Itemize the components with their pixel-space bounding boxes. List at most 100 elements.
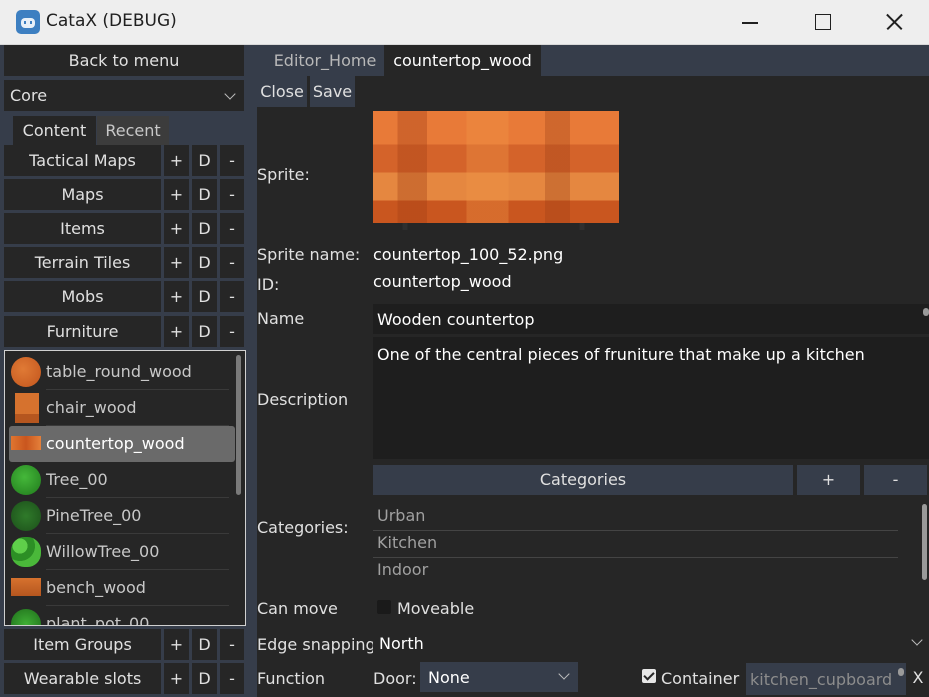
content-sidebar: Back to menu Core Content Recent Tactica… xyxy=(4,45,248,697)
category-maps-button[interactable]: Maps xyxy=(4,179,161,210)
maximize-icon[interactable] xyxy=(794,0,852,44)
category-furniture-button[interactable]: Furniture xyxy=(4,316,161,347)
plant-pot-icon xyxy=(11,609,41,625)
name-input[interactable]: Wooden countertop xyxy=(373,304,929,334)
furniture-duplicate-button[interactable]: D xyxy=(192,316,217,347)
edge-snapping-value: North xyxy=(379,634,424,653)
minimize-icon[interactable] xyxy=(720,0,778,44)
category-tactical-maps-button[interactable]: Tactical Maps xyxy=(4,145,161,176)
wearable-slots-remove-button[interactable]: - xyxy=(220,663,244,694)
tactical-maps-remove-button[interactable]: - xyxy=(220,145,244,176)
terrain-tiles-add-button[interactable]: + xyxy=(164,247,189,278)
name-input-value: Wooden countertop xyxy=(377,310,535,329)
list-item-selected[interactable]: countertop_wood xyxy=(9,426,235,462)
list-item-label: chair_wood xyxy=(46,398,137,417)
table-round-wood-icon xyxy=(11,357,41,387)
save-button[interactable]: Save xyxy=(310,76,355,107)
mobs-add-button[interactable]: + xyxy=(164,281,189,312)
categories-remove-button[interactable]: - xyxy=(864,465,927,495)
list-scrollbar[interactable] xyxy=(236,355,241,495)
back-to-menu-button[interactable]: Back to menu xyxy=(4,45,244,76)
door-select-value: None xyxy=(428,668,470,687)
app-body: Back to menu Core Content Recent Tactica… xyxy=(0,45,929,697)
category-row[interactable]: Urban xyxy=(373,504,917,531)
list-item[interactable]: PineTree_00 xyxy=(9,498,235,534)
tab-countertop-wood[interactable]: countertop_wood xyxy=(384,45,541,76)
name-label: Name xyxy=(257,309,305,328)
category-list: Tactical Maps + D - Maps + D - Items + D… xyxy=(4,145,248,350)
moveable-checkbox[interactable] xyxy=(377,600,391,614)
wearable-slots-duplicate-button[interactable]: D xyxy=(192,663,217,694)
close-window-icon[interactable] xyxy=(864,0,922,44)
list-item[interactable]: bench_wood xyxy=(9,570,235,606)
categories-scrollbar[interactable] xyxy=(922,504,927,580)
container-group-value: kitchen_cupboard xyxy=(750,670,893,689)
category-row[interactable]: Kitchen xyxy=(373,531,917,558)
container-checkbox[interactable] xyxy=(642,669,656,683)
tab-recent[interactable]: Recent xyxy=(97,116,169,145)
door-select[interactable]: None xyxy=(420,662,578,692)
checkmark-icon xyxy=(643,669,655,681)
terrain-tiles-remove-button[interactable]: - xyxy=(220,247,244,278)
container-label: Container xyxy=(661,669,740,688)
edge-snapping-select[interactable]: North xyxy=(373,628,929,658)
furniture-list: table_round_wood chair_wood countertop_w… xyxy=(4,350,246,626)
list-item-label: countertop_wood xyxy=(46,434,185,453)
list-item[interactable]: Tree_00 xyxy=(9,462,235,498)
list-item[interactable]: chair_wood xyxy=(9,390,235,426)
categories-add-button[interactable]: + xyxy=(797,465,860,495)
items-duplicate-button[interactable]: D xyxy=(192,213,217,244)
id-value: countertop_wood xyxy=(373,272,512,291)
category-row-label: Urban xyxy=(377,506,426,525)
maps-add-button[interactable]: + xyxy=(164,179,189,210)
maps-duplicate-button[interactable]: D xyxy=(192,179,217,210)
description-label: Description xyxy=(257,390,349,409)
list-item[interactable]: WillowTree_00 xyxy=(9,534,235,570)
close-button[interactable]: Close xyxy=(257,76,307,107)
description-textarea[interactable]: One of the central pieces of fruniture t… xyxy=(373,337,929,459)
wearable-slots-add-button[interactable]: + xyxy=(164,663,189,694)
container-group-input[interactable]: kitchen_cupboard xyxy=(746,663,906,695)
terrain-tiles-duplicate-button[interactable]: D xyxy=(192,247,217,278)
container-clear-button[interactable]: X xyxy=(909,663,927,693)
items-remove-button[interactable]: - xyxy=(220,213,244,244)
edge-snapping-label: Edge snapping xyxy=(257,635,376,654)
category-items-button[interactable]: Items xyxy=(4,213,161,244)
sprite-name-label: Sprite name: xyxy=(257,245,361,264)
list-item-label: Tree_00 xyxy=(46,470,108,489)
item-groups-remove-button[interactable]: - xyxy=(220,629,244,660)
container-input-scroll xyxy=(898,668,904,676)
category-wearable-slots-button[interactable]: Wearable slots xyxy=(4,663,161,694)
category-item-groups-button[interactable]: Item Groups xyxy=(4,629,161,660)
list-item-label: WillowTree_00 xyxy=(46,542,160,561)
function-label: Function xyxy=(257,669,326,688)
list-item[interactable]: plant_pot_00 xyxy=(9,606,235,625)
godot-app-icon xyxy=(16,10,40,34)
sprite-preview[interactable] xyxy=(373,111,619,230)
mobs-duplicate-button[interactable]: D xyxy=(192,281,217,312)
list-item[interactable]: table_round_wood xyxy=(9,354,235,390)
category-row-label: Indoor xyxy=(377,560,429,579)
furniture-remove-button[interactable]: - xyxy=(220,316,244,347)
maps-remove-button[interactable]: - xyxy=(220,179,244,210)
item-groups-add-button[interactable]: + xyxy=(164,629,189,660)
list-item-label: table_round_wood xyxy=(46,362,192,381)
items-add-button[interactable]: + xyxy=(164,213,189,244)
category-mobs-button[interactable]: Mobs xyxy=(4,281,161,312)
mobs-remove-button[interactable]: - xyxy=(220,281,244,312)
furniture-add-button[interactable]: + xyxy=(164,316,189,347)
window-title: CataX (DEBUG) xyxy=(46,11,177,31)
editor-panel: Editor_Home countertop_wood Close Save S… xyxy=(257,45,929,697)
categories-label: Categories: xyxy=(257,518,349,537)
tab-content[interactable]: Content xyxy=(13,116,96,145)
mod-select[interactable]: Core xyxy=(4,80,244,111)
tactical-maps-add-button[interactable]: + xyxy=(164,145,189,176)
categories-header-button[interactable]: Categories xyxy=(373,465,793,495)
category-terrain-tiles-button[interactable]: Terrain Tiles xyxy=(4,247,161,278)
category-row[interactable]: Indoor xyxy=(377,558,917,585)
description-textarea-value: One of the central pieces of fruniture t… xyxy=(377,345,865,364)
item-groups-duplicate-button[interactable]: D xyxy=(192,629,217,660)
tactical-maps-duplicate-button[interactable]: D xyxy=(192,145,217,176)
bench-wood-icon xyxy=(11,578,41,596)
tab-editor-home[interactable]: Editor_Home xyxy=(267,45,383,76)
